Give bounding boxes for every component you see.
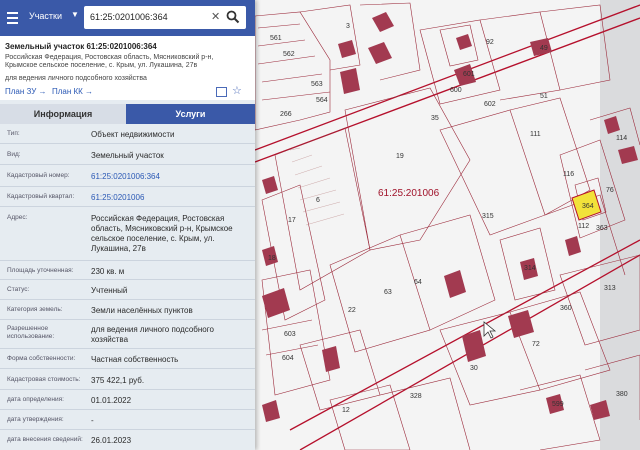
parcel-number: 35 [431,115,439,122]
parcel-number: 3 [346,23,350,30]
parcel-number: 6 [316,197,320,204]
row-value: Частная собственность [91,355,179,364]
parcel-number: 19 [396,153,404,160]
row-value: Земельный участок [91,151,164,160]
parcel-number: 76 [606,187,614,194]
parcel-number: 315 [482,213,494,220]
row-value: Земли населённых пунктов [91,306,193,315]
parcel-number: 600 [450,87,462,94]
parcel-number: 30 [470,365,478,372]
row-label: дата определения: [7,396,64,403]
row-value: для ведения личного подсобного хозяйства [91,325,214,344]
parcel-number: 313 [604,285,616,292]
parcel-number: 604 [282,355,294,362]
info-panel: Участки ▼ 61:25:0201006:364 ✕ Земельный … [0,0,255,450]
parcel-number: 561 [270,35,282,42]
parcel-number: 564 [316,97,328,104]
parcel-number: 49 [540,45,548,52]
chevron-down-icon[interactable]: ▼ [71,10,79,19]
menu-icon[interactable] [7,12,18,24]
parcel-number: 51 [540,93,548,100]
parcel-number: 116 [563,171,574,178]
row-label: Категория земель: [7,306,63,313]
parcel-number: 18 [268,255,276,262]
plan-zu-link[interactable]: План ЗУ → [5,87,47,96]
parcel-number: 328 [410,393,422,400]
parcel-number: 314 [524,265,536,272]
row-label: Площадь уточненная: [7,267,74,274]
row-label: Кадастровый номер: [7,172,70,179]
row-value: Учтенный [91,286,128,295]
parcel-number: 599 [552,401,564,408]
parcel-number: 562 [283,51,295,58]
row-label: Кадастровая стоимость: [7,376,81,383]
cadastral-number-link[interactable]: 61:25:0201006:364 [91,172,251,182]
parcel-number: 602 [484,101,496,108]
parcel-number: 17 [288,217,296,224]
row-label: Вид: [7,151,21,158]
row-label: дата внесения сведений: [7,436,83,443]
row-label: дата утверждения: [7,416,64,423]
parcel-number: 92 [486,39,494,46]
parcel-title: Земельный участок 61:25:0201006:364 [5,42,157,51]
row-label: Разрешенное использование: [7,325,55,340]
row-value: - [91,416,94,425]
row-value: 375 422,1 руб. [91,376,145,385]
tab-services[interactable]: Услуги [126,104,255,124]
parcel-number: 63 [384,289,392,296]
search-input[interactable]: 61:25:0201006:364 ✕ [84,6,246,29]
search-bar: Участки ▼ 61:25:0201006:364 ✕ [0,0,255,36]
parcel-number: 380 [616,391,628,398]
row-label: Форма собственности: [7,355,76,362]
cadastral-quarter-link[interactable]: 61:25:0201006 [91,193,251,203]
row-label: Тип: [7,130,20,137]
parcel-number: 360 [560,305,572,312]
close-icon[interactable]: ✕ [211,10,220,23]
quarter-label: 61:25:201006 [378,188,440,199]
row-label: Статус: [7,286,30,293]
tab-information[interactable]: Информация [0,104,126,124]
parcel-number: 266 [280,111,292,118]
parcel-purpose: для ведения личного подсобного хозяйства [5,75,147,82]
parcel-number: 111 [530,131,541,138]
parcel-number: 601 [463,71,475,78]
row-value: Российская Федерация, Ростовская область… [91,214,233,253]
parcel-number: 22 [348,307,356,314]
row-value: Объект недвижимости [91,130,175,139]
parcel-number: 363 [596,225,608,232]
parcel-address: Российская Федерация, Ростовская область… [5,54,214,69]
row-value: 26.01.2023 [91,436,132,445]
row-label: Кадастровый квартал: [7,193,75,200]
parcel-number: 563 [311,81,323,88]
search-icon[interactable] [226,10,240,24]
parcel-number: 364 [582,203,594,210]
row-value: 01.01.2022 [91,396,132,405]
parcel-number: 112 [578,223,589,230]
plan-links: План ЗУ → План КК → ☆ [0,84,255,100]
plan-kk-link[interactable]: План КК → [52,87,93,96]
print-icon[interactable] [216,87,227,97]
tab-bar: Информация Услуги [0,104,255,124]
search-query[interactable]: 61:25:0201006:364 [90,12,168,22]
star-icon[interactable]: ☆ [232,84,242,97]
parcel-number: 64 [414,279,422,286]
parcel-number: 12 [342,407,350,414]
search-type-select[interactable]: Участки [29,11,62,21]
row-label: Адрес: [7,214,28,221]
parcel-number: 603 [284,331,296,338]
row-value: 230 кв. м [91,267,125,276]
parcel-number: 72 [532,341,540,348]
parcel-number: 114 [616,135,627,142]
